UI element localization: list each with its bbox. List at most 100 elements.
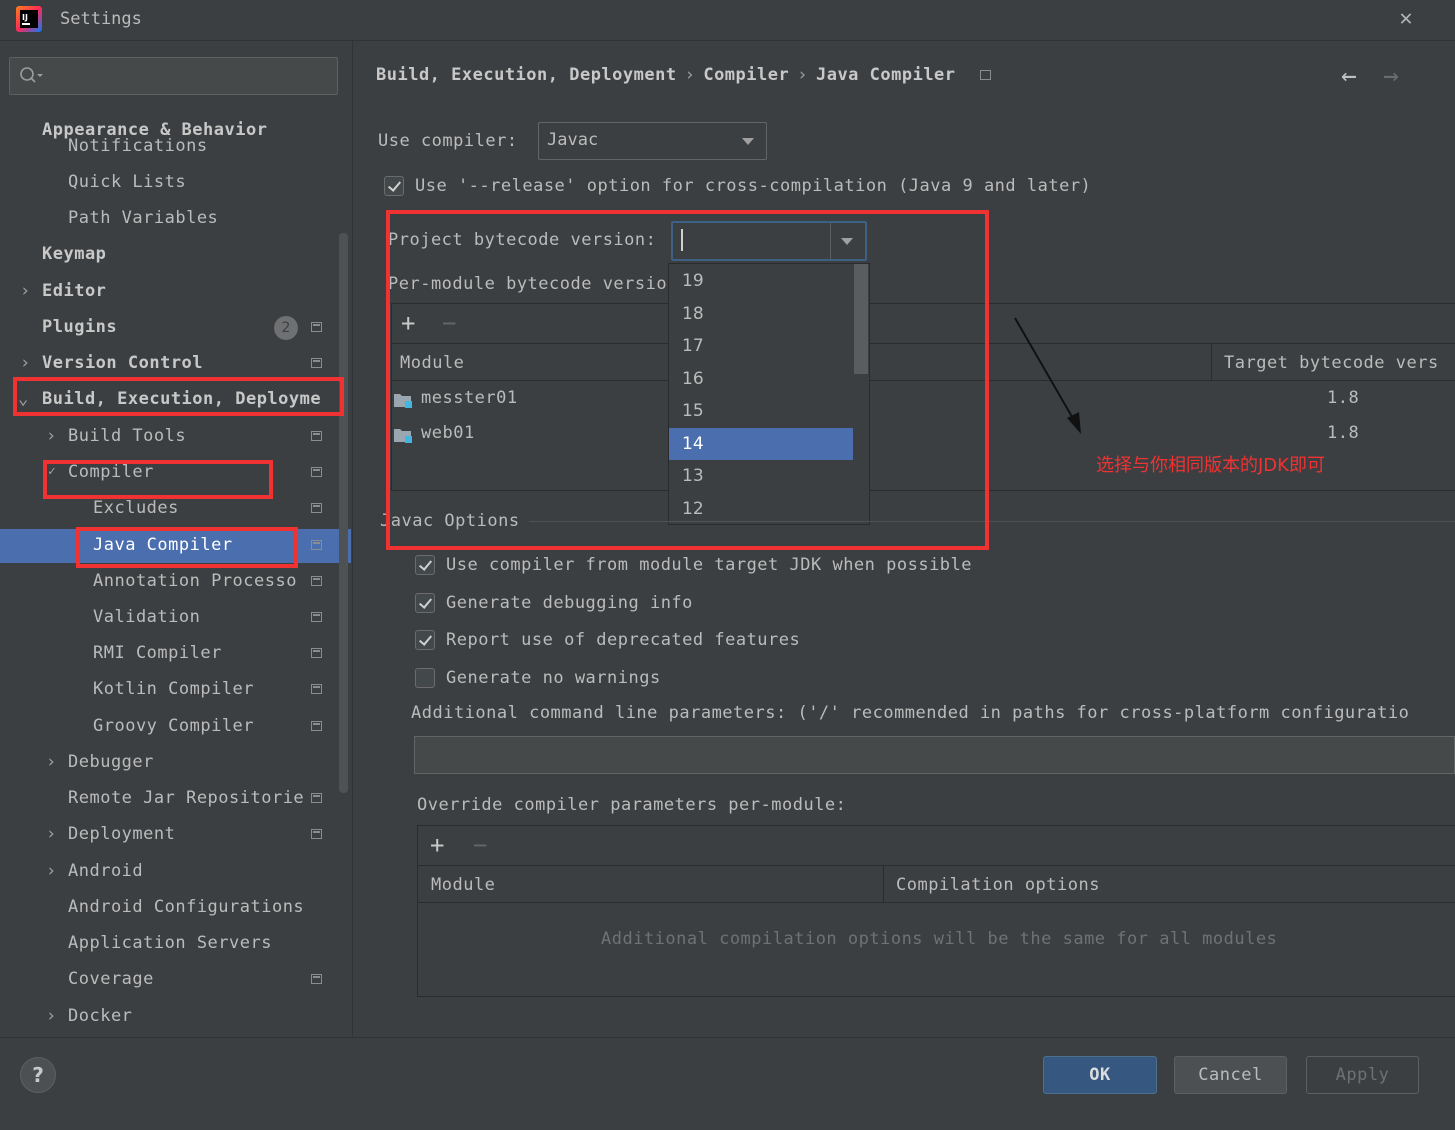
- project-bytecode-label: Project bytecode version:: [388, 230, 657, 250]
- sidebar-item-label: Compiler: [68, 462, 154, 482]
- dropdown-option-selected[interactable]: 14: [669, 428, 853, 460]
- column-header-compilation-options[interactable]: Compilation options: [896, 875, 1100, 895]
- sidebar-item-version-control[interactable]: › Version Control: [0, 347, 351, 381]
- use-target-jdk-checkbox[interactable]: [415, 555, 435, 575]
- dropdown-scrollbar[interactable]: [854, 264, 868, 374]
- ok-button[interactable]: OK: [1043, 1056, 1157, 1094]
- target-bytecode-value[interactable]: 1.8: [1327, 388, 1359, 408]
- breadcrumb-item[interactable]: Build, Execution, Deployment: [376, 65, 677, 85]
- dialog-footer: ? OK Cancel Apply: [0, 1037, 1455, 1130]
- override-params-table: + − Module Compilation options Additiona…: [417, 825, 1455, 997]
- sidebar-item-compiler[interactable]: ✓ Compiler: [0, 456, 351, 490]
- table-row[interactable]: web01 1.8: [392, 419, 1455, 453]
- sidebar-item-application-servers[interactable]: Application Servers: [0, 927, 351, 961]
- sidebar-item-label: Notifications: [68, 136, 208, 156]
- sidebar-item-android-configurations[interactable]: Android Configurations: [0, 891, 351, 925]
- table-row[interactable]: messter01 1.8: [392, 384, 1455, 418]
- column-header-target[interactable]: Target bytecode vers: [1224, 353, 1439, 373]
- module-folder-icon: [394, 429, 412, 443]
- remove-icon[interactable]: −: [473, 831, 487, 859]
- chevron-right-icon[interactable]: ›: [20, 281, 30, 301]
- project-bytecode-select[interactable]: [671, 221, 867, 261]
- project-settings-icon: [311, 684, 322, 694]
- add-icon[interactable]: +: [401, 309, 415, 337]
- chevron-right-icon[interactable]: ›: [46, 861, 56, 881]
- breadcrumb-separator: ›: [684, 65, 696, 85]
- sidebar-item-label: Plugins: [42, 317, 118, 337]
- dropdown-option[interactable]: 15: [669, 395, 853, 427]
- sidebar-item-label: Application Servers: [68, 933, 272, 953]
- sidebar-item-java-compiler[interactable]: Java Compiler: [0, 529, 351, 563]
- sidebar-item-label: Remote Jar Repositorie: [68, 788, 305, 808]
- use-compiler-label: Use compiler:: [378, 131, 518, 151]
- compiler-select[interactable]: Javac: [538, 122, 767, 160]
- sidebar-item-groovy-compiler[interactable]: Groovy Compiler: [0, 710, 351, 744]
- sidebar-item-annotation-processors[interactable]: Annotation Processo: [0, 565, 351, 599]
- sidebar-item-docker[interactable]: › Docker: [0, 1000, 351, 1034]
- chevron-right-icon[interactable]: ›: [20, 353, 30, 373]
- use-target-jdk-label: Use compiler from module target JDK when…: [446, 555, 973, 575]
- sidebar-item-validation[interactable]: Validation: [0, 601, 351, 635]
- chevron-down-icon[interactable]: ✓: [48, 464, 56, 479]
- forward-arrow-icon[interactable]: →: [1383, 61, 1399, 91]
- breadcrumb-item[interactable]: Compiler: [703, 65, 789, 85]
- sidebar-item-deployment[interactable]: › Deployment: [0, 818, 351, 852]
- back-arrow-icon[interactable]: ←: [1341, 61, 1357, 91]
- no-warnings-checkbox[interactable]: [415, 668, 435, 688]
- dropdown-option[interactable]: 19: [669, 265, 853, 297]
- per-module-label: Per-module bytecode versio: [388, 274, 668, 294]
- sidebar-item-label: Groovy Compiler: [93, 716, 255, 736]
- combo-divider: [830, 223, 831, 259]
- sidebar-item-label: Android Configurations: [68, 897, 305, 917]
- sidebar-item-label: Build, Execution, Deployme: [42, 389, 322, 409]
- sidebar-item-excludes[interactable]: Excludes: [0, 492, 351, 526]
- dropdown-option[interactable]: 17: [669, 330, 853, 362]
- remove-icon[interactable]: −: [442, 309, 456, 337]
- column-header-module[interactable]: Module: [431, 875, 495, 895]
- apply-button[interactable]: Apply: [1306, 1056, 1419, 1094]
- additional-params-label: Additional command line parameters: ('/'…: [411, 703, 1410, 723]
- search-input[interactable]: [9, 57, 338, 95]
- cancel-button[interactable]: Cancel: [1174, 1056, 1287, 1094]
- sidebar-item-label: Android: [68, 861, 144, 881]
- close-icon[interactable]: ✕: [1394, 6, 1418, 32]
- bytecode-version-dropdown[interactable]: 19 18 17 16 15 14 13 12: [668, 263, 870, 525]
- chevron-right-icon[interactable]: ›: [46, 824, 56, 844]
- release-option-checkbox[interactable]: [384, 176, 404, 196]
- dropdown-option[interactable]: 13: [669, 460, 853, 492]
- sidebar-item-path-variables[interactable]: Path Variables: [0, 202, 351, 236]
- sidebar-item-build-tools[interactable]: › Build Tools: [0, 420, 351, 454]
- sidebar-item-rmi-compiler[interactable]: RMI Compiler: [0, 637, 351, 671]
- sidebar-item-editor[interactable]: › Editor: [0, 275, 351, 309]
- settings-sidebar: Appearance & Behavior Notifications Quic…: [0, 41, 353, 1037]
- sidebar-item-keymap[interactable]: Keymap: [0, 238, 351, 272]
- chevron-right-icon[interactable]: ›: [46, 1006, 56, 1026]
- deprecated-features-checkbox[interactable]: [415, 630, 435, 650]
- project-settings-icon: [311, 358, 322, 368]
- sidebar-item-debugger[interactable]: › Debugger: [0, 746, 351, 780]
- additional-params-input[interactable]: [414, 736, 1455, 774]
- project-settings-icon: [311, 576, 322, 586]
- project-settings-icon: [311, 829, 322, 839]
- sidebar-scrollbar[interactable]: [339, 233, 348, 793]
- sidebar-item-quick-lists[interactable]: Quick Lists: [0, 166, 351, 200]
- sidebar-item-build-execution-deployment[interactable]: ⌄ Build, Execution, Deployme: [0, 383, 351, 417]
- sidebar-item-notifications[interactable]: Notifications: [0, 134, 351, 156]
- sidebar-item-kotlin-compiler[interactable]: Kotlin Compiler: [0, 673, 351, 707]
- debug-info-checkbox[interactable]: [415, 593, 435, 613]
- chevron-right-icon[interactable]: ›: [46, 752, 56, 772]
- target-bytecode-value[interactable]: 1.8: [1327, 423, 1359, 443]
- column-header-module[interactable]: Module: [400, 353, 464, 373]
- sidebar-item-coverage[interactable]: Coverage: [0, 963, 351, 997]
- chevron-right-icon[interactable]: ›: [46, 426, 56, 446]
- dropdown-option[interactable]: 18: [669, 298, 853, 330]
- dropdown-option[interactable]: 16: [669, 363, 853, 395]
- chevron-down-icon[interactable]: [841, 238, 853, 245]
- help-button[interactable]: ?: [20, 1057, 56, 1093]
- add-icon[interactable]: +: [430, 831, 444, 859]
- sidebar-item-remote-jar-repositories[interactable]: Remote Jar Repositorie: [0, 782, 351, 816]
- sidebar-item-plugins[interactable]: Plugins 2: [0, 311, 351, 345]
- annotation-arrow-icon: [1014, 317, 1081, 434]
- chevron-down-icon[interactable]: ⌄: [18, 389, 28, 409]
- sidebar-item-android[interactable]: › Android: [0, 855, 351, 889]
